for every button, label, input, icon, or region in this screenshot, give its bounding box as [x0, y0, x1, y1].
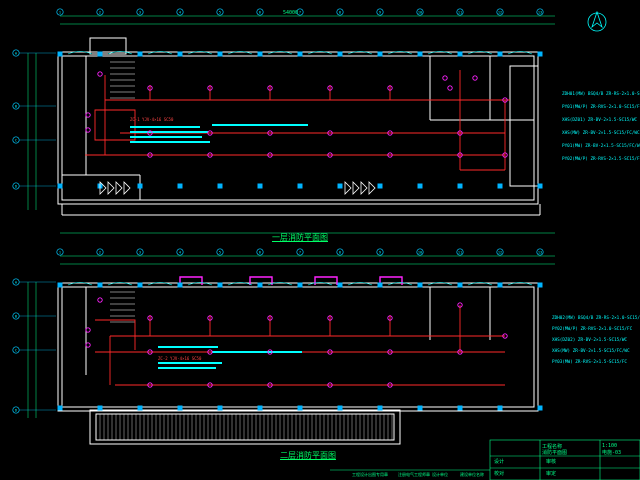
title-block-field: 校对 — [494, 471, 505, 477]
legend-line: XHS(MW) ZR-BV-2×1.5-SC15/FC/WC — [562, 131, 640, 136]
plan-2-legend: ZDH02(MW) BSQ4/B ZR-RS-2×1.0-SC15/FC PY0… — [552, 313, 640, 368]
legend-line: PY02(MW/P) ZR-RVS-2×1.5-SC15/FC — [562, 157, 640, 162]
plan-1-dimension: 54000 — [283, 10, 299, 16]
plan-1-legend: ZDH01(MW) BSQ4/B ZR-RS-2×1.0-SC15/FC PY0… — [562, 88, 640, 166]
title-block-field: 审定 — [546, 471, 557, 477]
title-block-sheet: 电施-03 — [602, 450, 622, 456]
title-block: 工程名称 消防平面图 1:100 电施-03 设计 校对 审核 审定 — [490, 440, 640, 480]
plan-2-annotation: ZC-2 YJV-4×16 SC50 — [158, 356, 202, 361]
legend-line: PY03(MW) ZR-RVS-2×1.5-SC15/FC — [552, 360, 628, 365]
legend-line: PY01(MW) ZR-BV-2×1.5-SC15/FC/WC — [562, 144, 640, 149]
plan-2-title: 二层消防平面图 — [280, 451, 336, 460]
title-block-drawing: 消防平面图 — [542, 450, 568, 456]
plan-1-title: 一层消防平面图 — [272, 233, 328, 242]
legend-line: XHS(MW) ZR-BV-2×1.5-SC15/FC/WC — [552, 349, 630, 354]
footer-label: 设计单位 — [432, 472, 448, 477]
legend-line: PY02(MW/P) ZR-RVS-2×1.0-SC15/FC — [552, 327, 633, 332]
legend-line: XHS(DZ01) ZR-BV-2×1.5-SC15/WC — [562, 118, 638, 123]
footer-label: 工程设计出图专用章 — [352, 472, 388, 477]
legend-line: ZDH02(MW) BSQ4/B ZR-RS-2×1.0-SC15/FC — [552, 316, 640, 321]
plan-1-annotation: ZC-1 YJV-4×16 SC50 — [130, 117, 174, 122]
legend-line: PY01(MW/P) ZR-RVS-2×1.0-SC15/FC — [562, 105, 640, 110]
footer-label: 注册电气工程师章 — [398, 472, 430, 477]
legend-line: ZDH01(MW) BSQ4/B ZR-RS-2×1.0-SC15/FC — [562, 92, 640, 97]
title-block-field: 设计 — [494, 459, 505, 465]
footer-label: 建设单位名称 — [460, 472, 484, 477]
drawing-text-layer: 54000 一层消防平面图 ZDH01(MW) BSQ4/B ZR-RS-2×1… — [0, 0, 640, 480]
legend-line: XHS(DZ02) ZR-BV-2×1.5-SC15/WC — [552, 338, 628, 343]
title-block-field: 审核 — [546, 459, 557, 465]
